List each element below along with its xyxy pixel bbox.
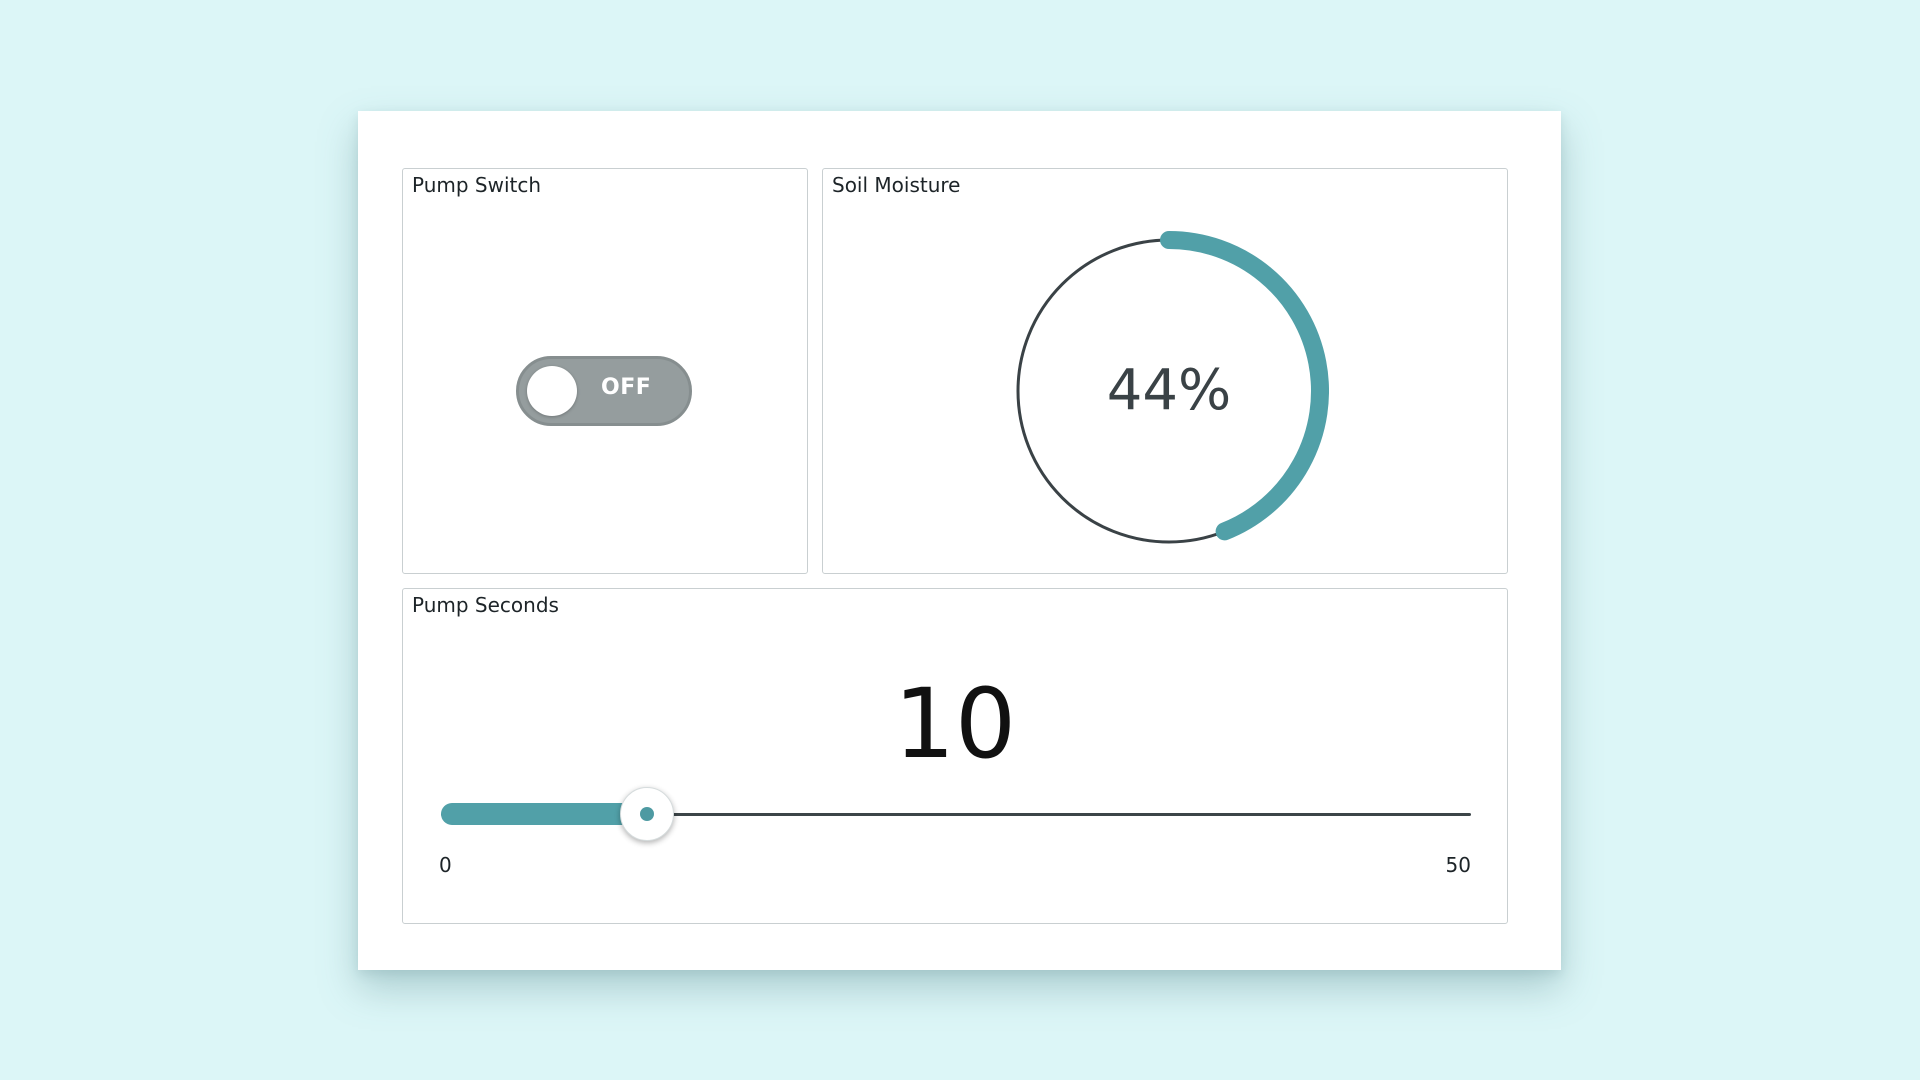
pump-switch-toggle[interactable]: OFF	[516, 356, 692, 426]
pump-seconds-title: Pump Seconds	[412, 593, 559, 617]
dashboard-panel: Pump Switch OFF Soil Moisture 44% Pump S…	[358, 111, 1561, 970]
pump-switch-widget: Pump Switch OFF	[402, 168, 808, 574]
toggle-state-label: OFF	[601, 375, 652, 400]
slider-thumb[interactable]	[620, 787, 674, 841]
slider-min-label: 0	[439, 853, 452, 877]
soil-moisture-widget: Soil Moisture 44%	[822, 168, 1508, 574]
slider-fill	[441, 803, 647, 825]
soil-moisture-value: 44%	[1106, 358, 1232, 423]
toggle-knob	[527, 366, 577, 416]
pump-switch-title: Pump Switch	[412, 173, 542, 197]
pump-seconds-value: 10	[893, 668, 1017, 780]
pump-seconds-widget: Pump Seconds 10 0 50	[402, 588, 1508, 924]
slider-thumb-dot	[640, 807, 654, 821]
slider-max-label: 50	[1445, 853, 1471, 877]
soil-moisture-title: Soil Moisture	[832, 173, 961, 197]
